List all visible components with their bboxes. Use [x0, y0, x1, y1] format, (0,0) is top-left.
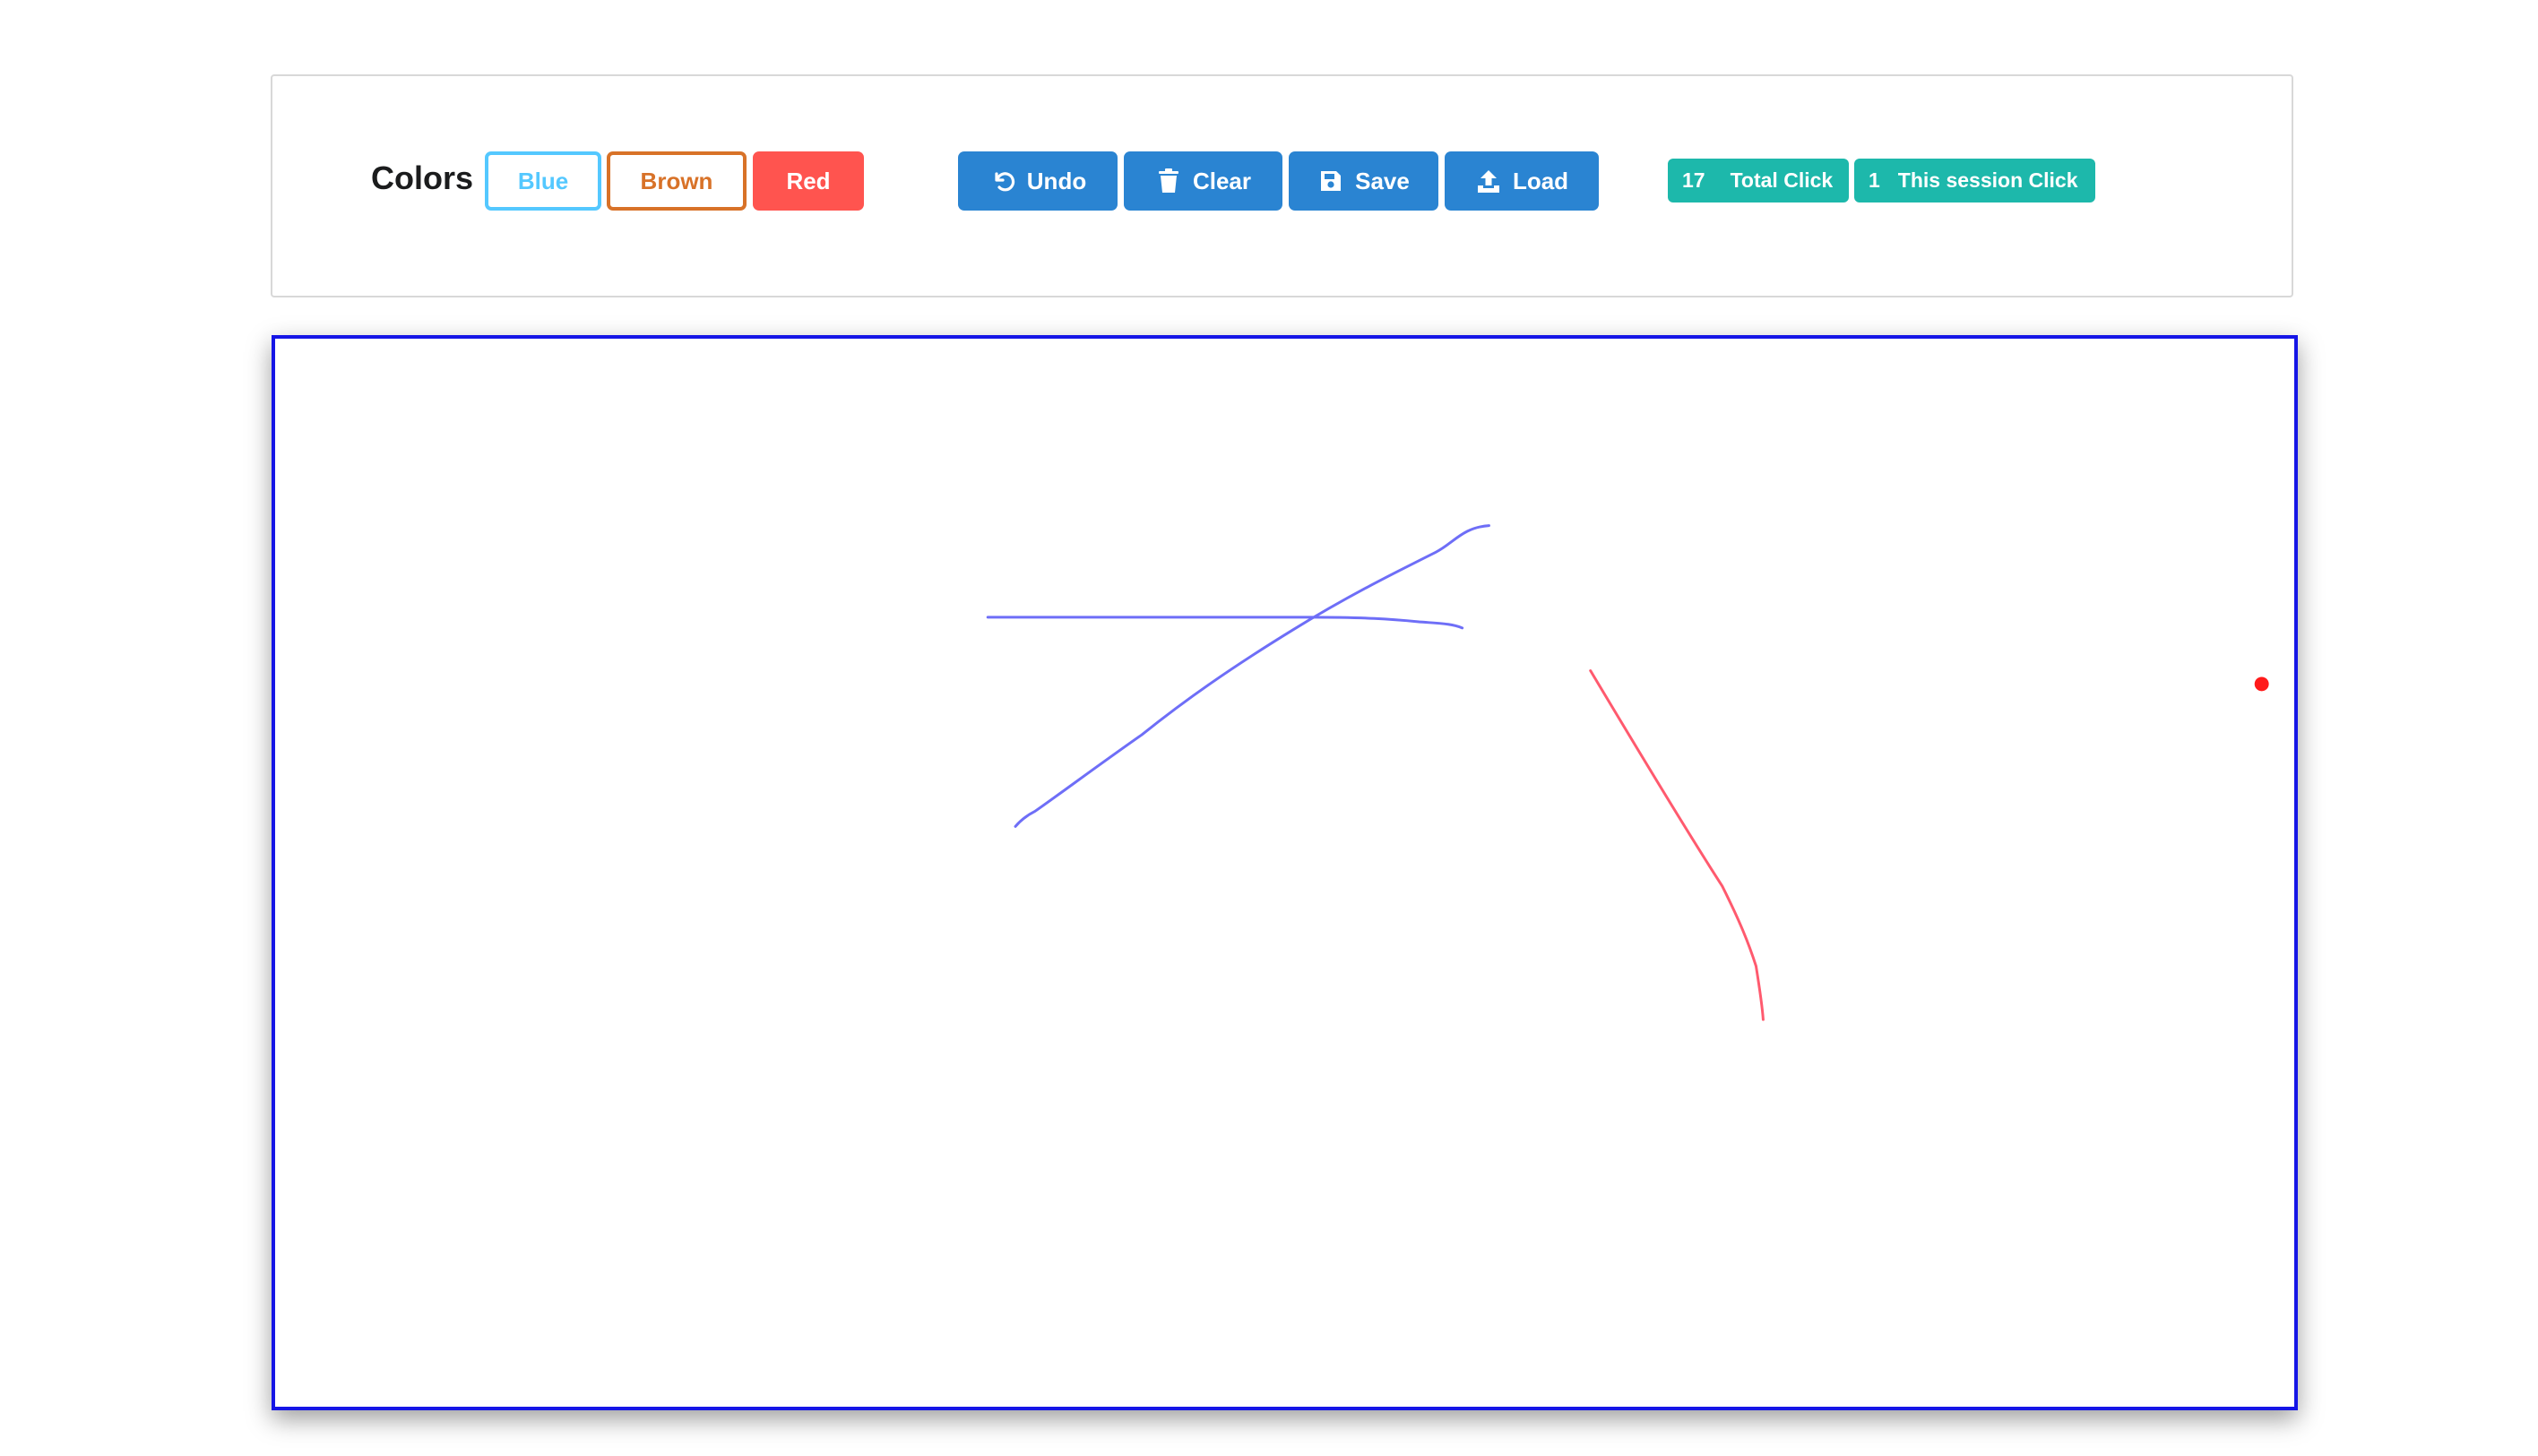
color-brown-button[interactable]: Brown — [607, 151, 747, 211]
save-button[interactable]: Save — [1289, 151, 1438, 211]
trash-icon — [1155, 168, 1182, 194]
clear-button[interactable]: Clear — [1124, 151, 1282, 211]
cursor-dot — [2254, 676, 2269, 692]
undo-icon — [989, 168, 1016, 194]
save-icon — [1317, 168, 1344, 194]
drawing-canvas[interactable] — [272, 335, 2298, 1410]
color-blue-button[interactable]: Blue — [485, 151, 601, 211]
load-button[interactable]: Load — [1445, 151, 1599, 211]
colors-label: Colors — [371, 159, 474, 196]
color-red-button[interactable]: Red — [753, 151, 864, 211]
load-label: Load — [1512, 167, 1569, 194]
upload-icon — [1475, 168, 1502, 194]
drawing-surface[interactable] — [275, 339, 2294, 1407]
session-click-badge: 1 This session Click — [1854, 159, 2095, 202]
red-curved-stroke — [1589, 669, 1765, 1021]
total-click-count: 17 — [1682, 168, 1705, 192]
session-click-count: 1 — [1869, 168, 1880, 192]
blue-horizontal-stroke — [986, 616, 1464, 630]
undo-button[interactable]: Undo — [958, 151, 1118, 211]
total-click-badge: 17 Total Click — [1668, 159, 1849, 202]
save-label: Save — [1355, 167, 1410, 194]
blue-diagonal-stroke — [1014, 524, 1490, 828]
session-click-label: This session Click — [1897, 168, 2078, 192]
clear-label: Clear — [1192, 167, 1252, 194]
undo-label: Undo — [1026, 167, 1087, 194]
total-click-label: Total Click — [1730, 168, 1834, 192]
